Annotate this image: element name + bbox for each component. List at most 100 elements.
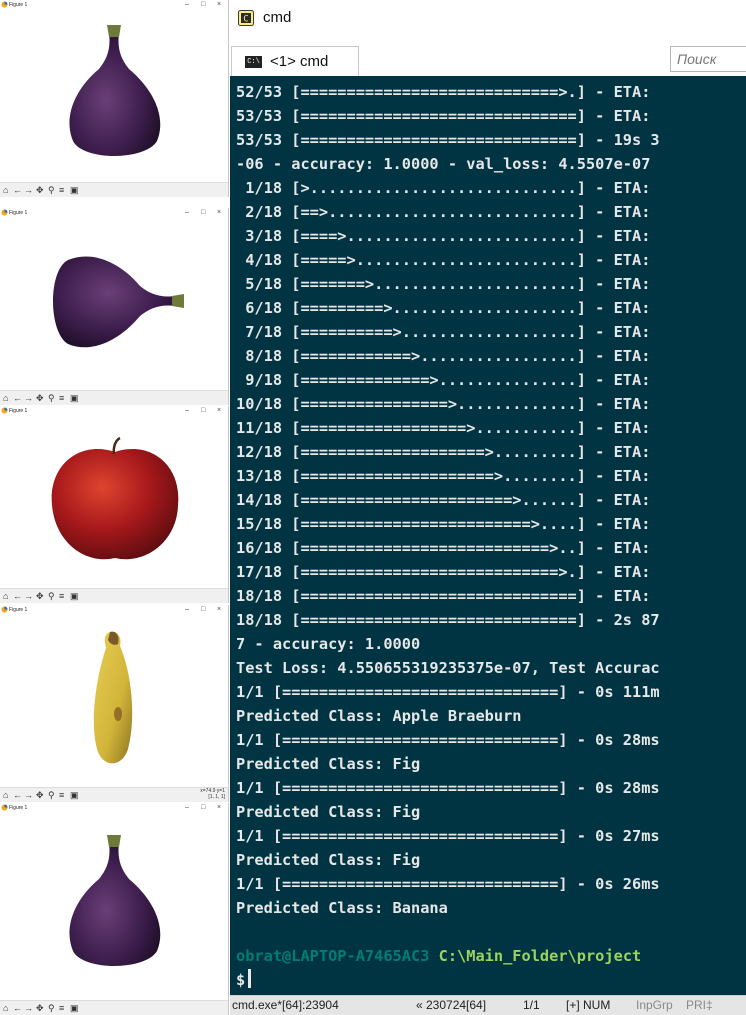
matplotlib-logo-icon <box>1 804 8 811</box>
save-icon[interactable]: ▣ <box>70 184 79 197</box>
back-arrow-icon[interactable]: ← <box>13 1002 22 1015</box>
close-icon[interactable]: × <box>217 208 221 217</box>
maximize-icon[interactable]: □ <box>201 0 205 9</box>
forward-arrow-icon[interactable]: → <box>24 184 33 197</box>
matplotlib-logo-icon <box>1 209 8 216</box>
conemu-app-icon: C <box>238 10 254 26</box>
pan-icon[interactable]: ✥ <box>36 789 44 802</box>
figure-titlebar[interactable]: Figure 1 – □ × <box>0 605 228 615</box>
figure-canvas[interactable] <box>0 218 228 390</box>
zoom-icon[interactable]: ⚲ <box>48 789 55 802</box>
minimize-icon[interactable]: – <box>185 605 189 614</box>
zoom-icon[interactable]: ⚲ <box>48 184 55 197</box>
status-pages: 1/1 <box>523 998 540 1012</box>
console-line: 17/18 [============================>.] -… <box>236 563 660 581</box>
console-line: Predicted Class: Banana <box>236 899 448 917</box>
figure-titlebar[interactable]: Figure 1 – □ × <box>0 0 228 10</box>
save-icon[interactable]: ▣ <box>70 590 79 603</box>
figure-window[interactable]: Figure 1 – □ × ⌂ ← → ✥ ⚲ ≡ ▣ <box>0 208 229 405</box>
figure-toolbar: ⌂ ← → ✥ ⚲ ≡ ▣ <box>0 390 228 405</box>
save-icon[interactable]: ▣ <box>70 789 79 802</box>
search-input[interactable]: Поиск <box>670 46 746 72</box>
prompt-path: C:\Main_Folder\project <box>438 947 642 965</box>
status-build: « 230724[64] <box>416 998 487 1012</box>
cursor-coordinates: x=74.9 y=1 [1, 1, 1] <box>200 788 225 800</box>
figure-title: Figure 1 <box>9 210 28 216</box>
figure-titlebar[interactable]: Figure 1 – □ × <box>0 208 228 218</box>
figure-toolbar: ⌂ ← → ✥ ⚲ ≡ ▣ <box>0 182 228 197</box>
forward-arrow-icon[interactable]: → <box>24 392 33 405</box>
input-line[interactable]: $ <box>236 968 252 992</box>
figure-canvas[interactable] <box>0 813 228 1000</box>
console-line: 1/1 [==============================] - 0… <box>236 683 660 701</box>
console-line: 5/18 [=======>......................] - … <box>236 275 660 293</box>
figure-window[interactable]: Figure 1 – □ × ⌂ ← → ✥ ⚲ ≡ ▣ <box>0 803 229 1015</box>
configure-icon[interactable]: ≡ <box>59 392 64 405</box>
configure-icon[interactable]: ≡ <box>59 590 64 603</box>
cmd-window: C cmd C:\ <1> cmd Поиск 52/53 [=========… <box>230 0 746 1015</box>
save-icon[interactable]: ▣ <box>70 1002 79 1015</box>
svg-text:C: C <box>243 15 248 25</box>
minimize-icon[interactable]: – <box>185 406 189 415</box>
figure-window[interactable]: Figure 1 – □ × ⌂ ← → ✥ ⚲ ≡ ▣ x=74.9 y=1 … <box>0 605 229 802</box>
back-arrow-icon[interactable]: ← <box>13 590 22 603</box>
pan-icon[interactable]: ✥ <box>36 590 44 603</box>
minimize-icon[interactable]: – <box>185 803 189 812</box>
console-line: 6/18 [=========>....................] - … <box>236 299 660 317</box>
cmd-titlebar[interactable]: C cmd <box>230 0 746 40</box>
figure-window[interactable]: Figure 1 – □ × ⌂ ← → ✥ ⚲ ≡ ▣ <box>0 406 229 603</box>
configure-icon[interactable]: ≡ <box>59 1002 64 1015</box>
close-icon[interactable]: × <box>217 605 221 614</box>
home-icon[interactable]: ⌂ <box>3 590 8 603</box>
figure-canvas[interactable] <box>0 10 228 182</box>
figure-titlebar[interactable]: Figure 1 – □ × <box>0 406 228 416</box>
console-line: 1/1 [==============================] - 0… <box>236 779 660 797</box>
console-line: Predicted Class: Fig <box>236 803 421 821</box>
banana-fruit-image <box>70 624 160 779</box>
configure-icon[interactable]: ≡ <box>59 184 64 197</box>
configure-icon[interactable]: ≡ <box>59 789 64 802</box>
console-line: 14/18 [=======================>......] -… <box>236 491 660 509</box>
figure-title: Figure 1 <box>9 607 28 613</box>
close-icon[interactable]: × <box>217 406 221 415</box>
zoom-icon[interactable]: ⚲ <box>48 1002 55 1015</box>
tab-cmd[interactable]: C:\ <1> cmd <box>231 46 359 76</box>
figure-canvas[interactable] <box>0 615 228 787</box>
console-line: 13/18 [=====================>........] -… <box>236 467 660 485</box>
back-arrow-icon[interactable]: ← <box>13 789 22 802</box>
close-icon[interactable]: × <box>217 803 221 812</box>
fig-fruit-image <box>45 829 185 984</box>
maximize-icon[interactable]: □ <box>201 605 205 614</box>
home-icon[interactable]: ⌂ <box>3 1002 8 1015</box>
forward-arrow-icon[interactable]: → <box>24 1002 33 1015</box>
zoom-icon[interactable]: ⚲ <box>48 392 55 405</box>
status-process: cmd.exe*[64]:23904 <box>232 998 339 1012</box>
home-icon[interactable]: ⌂ <box>3 789 8 802</box>
minimize-icon[interactable]: – <box>185 0 189 9</box>
pan-icon[interactable]: ✥ <box>36 392 44 405</box>
forward-arrow-icon[interactable]: → <box>24 789 33 802</box>
search-placeholder: Поиск <box>677 51 717 67</box>
close-icon[interactable]: × <box>217 0 221 9</box>
back-arrow-icon[interactable]: ← <box>13 392 22 405</box>
console-line: 1/1 [==============================] - 0… <box>236 731 660 749</box>
zoom-icon[interactable]: ⚲ <box>48 590 55 603</box>
figure-titlebar[interactable]: Figure 1 – □ × <box>0 803 228 813</box>
back-arrow-icon[interactable]: ← <box>13 184 22 197</box>
forward-arrow-icon[interactable]: → <box>24 590 33 603</box>
maximize-icon[interactable]: □ <box>201 208 205 217</box>
console-output[interactable]: 52/53 [============================>.] -… <box>230 76 746 995</box>
pan-icon[interactable]: ✥ <box>36 184 44 197</box>
console-line: 12/18 [====================>.........] -… <box>236 443 660 461</box>
home-icon[interactable]: ⌂ <box>3 184 8 197</box>
figure-title: Figure 1 <box>9 408 28 414</box>
figure-canvas[interactable] <box>0 416 228 588</box>
figure-window[interactable]: Figure 1 – □ × ⌂ ← → ✥ ⚲ ≡ ▣ <box>0 0 229 197</box>
save-icon[interactable]: ▣ <box>70 392 79 405</box>
console-line: 10/18 [================>.............] -… <box>236 395 660 413</box>
maximize-icon[interactable]: □ <box>201 803 205 812</box>
home-icon[interactable]: ⌂ <box>3 392 8 405</box>
minimize-icon[interactable]: – <box>185 208 189 217</box>
pan-icon[interactable]: ✥ <box>36 1002 44 1015</box>
maximize-icon[interactable]: □ <box>201 406 205 415</box>
